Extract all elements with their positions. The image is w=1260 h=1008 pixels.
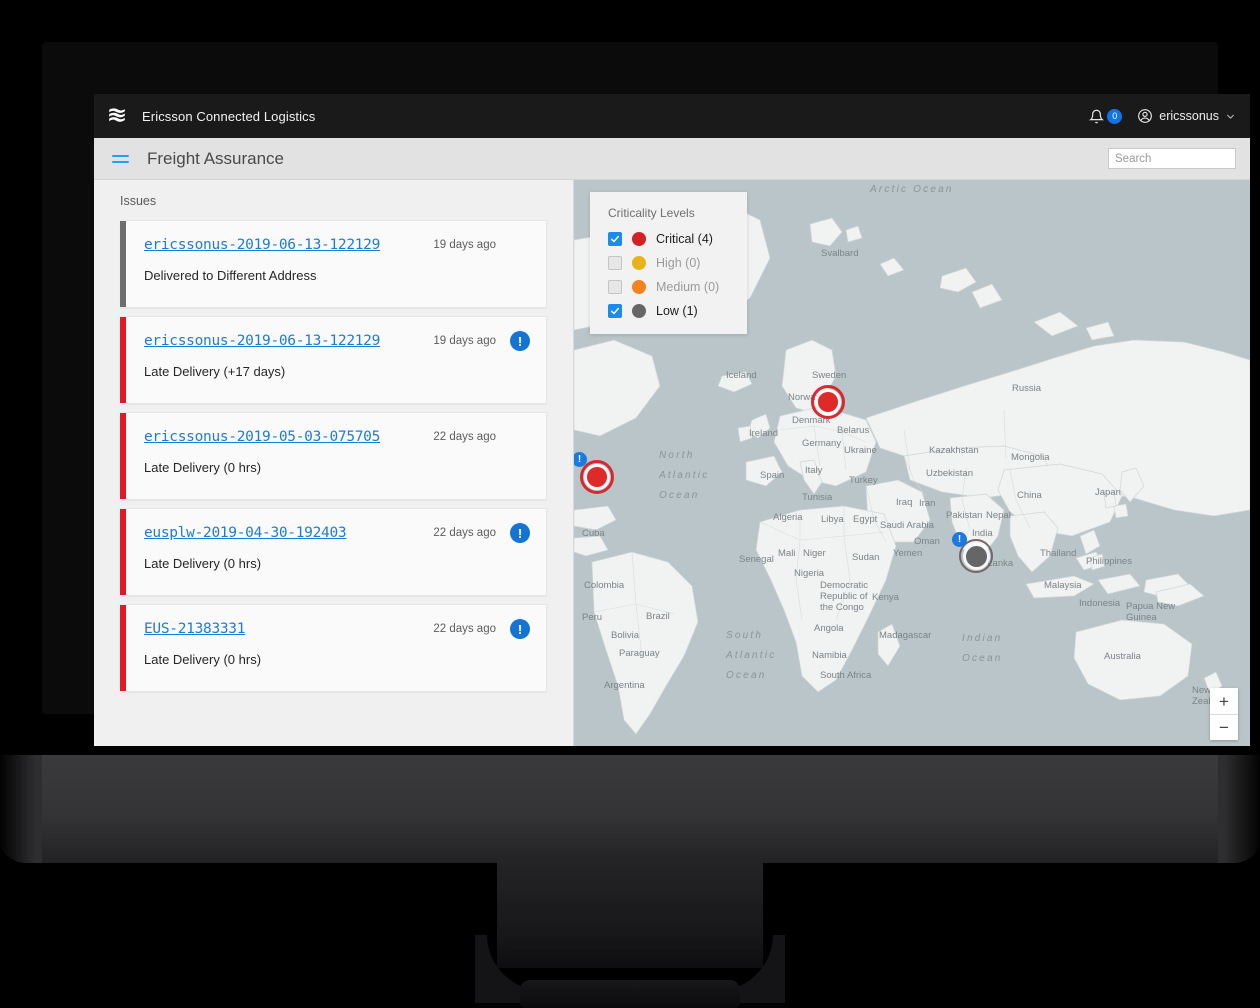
screen-bezel: Ericsson Connected Logistics 0 ericssonu…	[42, 42, 1250, 746]
bell-icon	[1089, 109, 1105, 123]
criticality-legend: Criticality Levels Critical (4) High (0) M…	[590, 192, 748, 334]
page-subheader: Freight Assurance	[94, 138, 1250, 180]
legend-checkbox[interactable]	[608, 256, 622, 270]
legend-label: High (0)	[656, 256, 701, 270]
issue-description: Delivered to Different Address	[144, 268, 317, 283]
notifications-button[interactable]: 0	[1089, 108, 1123, 124]
monitor-frame: Ericsson Connected Logistics 0 ericssonu…	[0, 0, 1260, 1008]
legend-row[interactable]: Low (1)	[608, 304, 719, 318]
search-input[interactable]	[1108, 148, 1236, 169]
notification-count-badge: 0	[1107, 108, 1123, 124]
issue-age-label: 19 days ago	[433, 239, 496, 251]
issue-alert-icon[interactable]: !	[510, 619, 530, 639]
legend-color-dot	[632, 304, 646, 318]
map-zoom-controls: + −	[1210, 688, 1238, 740]
chevron-down-icon	[1226, 114, 1235, 119]
issues-list: ericssonus-2019-06-13-122129 19 days ago!…	[94, 220, 573, 700]
zoom-in-button[interactable]: +	[1210, 688, 1238, 714]
issue-card[interactable]: eusplw-2019-04-30-192403 22 days ago! Late…	[120, 508, 547, 596]
app-topbar: Ericsson Connected Logistics 0 ericssonu…	[94, 94, 1250, 138]
issue-card-body: EUS-21383331 22 days ago! Late Delivery (0…	[126, 605, 546, 691]
legend-label: Medium (0)	[656, 280, 720, 294]
issue-card[interactable]: ericssonus-2019-06-13-122129 19 days ago!…	[120, 316, 547, 404]
issue-age-label: 22 days ago	[433, 623, 496, 635]
app-title: Ericsson Connected Logistics	[142, 108, 316, 124]
legend-checkbox[interactable]	[608, 280, 622, 294]
legend-rows: Critical (4) High (0) Medium (0) Low (1)	[608, 232, 719, 318]
issue-alert-icon[interactable]: !	[510, 331, 530, 351]
legend-row[interactable]: Medium (0)	[608, 280, 719, 294]
user-avatar-icon	[1138, 109, 1153, 123]
topbar-right-group: 0 ericssonus	[1089, 108, 1236, 124]
issue-id-link[interactable]: EUS-21383331	[144, 621, 245, 637]
ericsson-logo	[109, 108, 125, 122]
legend-color-dot	[632, 256, 646, 270]
issue-header-row: eusplw-2019-04-30-192403 22 days ago!	[144, 523, 530, 543]
legend-label: Critical (4)	[656, 232, 713, 246]
user-name-label: ericssonus	[1159, 109, 1219, 123]
issues-panel: Issues ericssonus-2019-06-13-122129 19 da…	[94, 180, 574, 746]
issues-heading: Issues	[120, 194, 157, 208]
issue-header-row: ericssonus-2019-06-13-12212919 days ago!	[144, 235, 530, 255]
issue-age-label: 22 days ago	[433, 527, 496, 539]
issue-age-label: 22 days ago	[433, 431, 496, 443]
issue-card[interactable]: EUS-21383331 22 days ago! Late Delivery (0…	[120, 604, 547, 692]
issue-card-body: ericssonus-2019-05-03-07570522 days ago!…	[126, 413, 546, 499]
check-icon	[610, 235, 620, 243]
issue-age-label: 19 days ago	[433, 335, 496, 347]
issue-id-link[interactable]: eusplw-2019-04-30-192403	[144, 525, 347, 541]
legend-checkbox[interactable]	[608, 304, 622, 318]
legend-color-dot	[632, 280, 646, 294]
monitor-stand-base	[520, 980, 740, 1008]
issue-id-link[interactable]: ericssonus-2019-06-13-122129	[144, 237, 380, 253]
legend-row[interactable]: High (0)	[608, 256, 719, 270]
issue-card-body: eusplw-2019-04-30-192403 22 days ago! Late…	[126, 509, 546, 595]
issue-description: Late Delivery (0 hrs)	[144, 460, 262, 475]
issue-id-link[interactable]: ericssonus-2019-06-13-122129	[144, 333, 380, 349]
issue-card[interactable]: ericssonus-2019-05-03-07570522 days ago!…	[120, 412, 547, 500]
user-menu[interactable]: ericssonus	[1137, 108, 1236, 124]
monitor-chin	[0, 755, 1260, 863]
hamburger-menu-icon[interactable]	[112, 154, 129, 163]
issue-header-row: ericssonus-2019-05-03-07570522 days ago!	[144, 427, 530, 447]
issue-id-link[interactable]: ericssonus-2019-05-03-075705	[144, 429, 380, 445]
page-title: Freight Assurance	[147, 148, 285, 168]
legend-label: Low (1)	[656, 304, 698, 318]
issue-header-row: ericssonus-2019-06-13-122129 19 days ago!	[144, 331, 530, 351]
legend-color-dot	[632, 232, 646, 246]
issue-description: Late Delivery (+17 days)	[144, 364, 286, 379]
issue-description: Late Delivery (0 hrs)	[144, 652, 262, 667]
legend-title: Criticality Levels	[608, 206, 695, 220]
screen: Ericsson Connected Logistics 0 ericssonu…	[94, 94, 1250, 746]
issue-description: Late Delivery (0 hrs)	[144, 556, 262, 571]
legend-row[interactable]: Critical (4)	[608, 232, 719, 246]
issue-header-row: EUS-21383331 22 days ago!	[144, 619, 530, 639]
issue-card-body: ericssonus-2019-06-13-122129 19 days ago!…	[126, 317, 546, 403]
marker-alert-badge: !	[952, 532, 967, 547]
issue-alert-icon[interactable]: !	[510, 523, 530, 543]
issue-card-body: ericssonus-2019-06-13-12212919 days ago!…	[126, 221, 546, 307]
map-panel[interactable]: Arctic Ocean Svalbard Russia Iceland Sweden N…	[574, 180, 1250, 746]
legend-checkbox[interactable]	[608, 232, 622, 246]
main-content: Issues ericssonus-2019-06-13-122129 19 da…	[94, 180, 1250, 746]
check-icon	[610, 307, 620, 315]
zoom-out-button[interactable]: −	[1210, 714, 1238, 740]
issue-card[interactable]: ericssonus-2019-06-13-12212919 days ago!…	[120, 220, 547, 308]
